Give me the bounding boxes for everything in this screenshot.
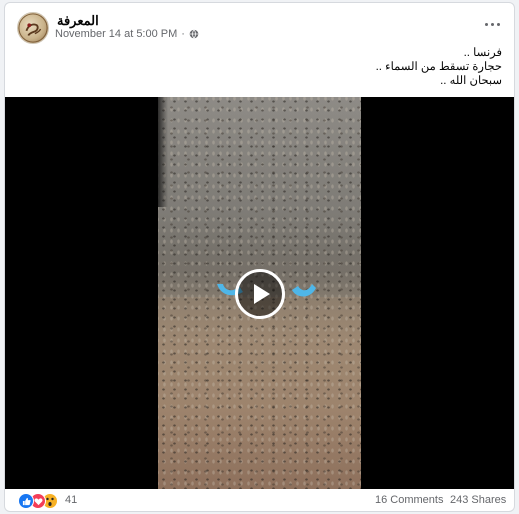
caption-line: سبحان الله ..	[440, 75, 502, 87]
post-footer: 41 16 Comments 243 Shares	[5, 489, 514, 511]
more-dot-icon	[484, 22, 488, 26]
more-dot-icon	[496, 22, 500, 26]
play-button[interactable]	[235, 269, 285, 319]
shares-count[interactable]: 243 Shares	[450, 494, 506, 506]
facebook-post: المعرفة November 14 at 5:00 PM · فرنسا .…	[4, 2, 515, 512]
post-caption: فرنسا .. حجارة تسقط من السماء .. سبحان ا…	[376, 46, 502, 88]
page-name[interactable]: المعرفة	[57, 13, 99, 29]
comments-count[interactable]: 16 Comments	[375, 494, 443, 506]
caption-line: فرنسا ..	[463, 47, 502, 59]
play-icon	[254, 284, 270, 304]
reaction-count[interactable]: 41	[65, 494, 77, 506]
blue-object-right	[292, 284, 316, 297]
more-options-button[interactable]	[480, 15, 504, 33]
page-avatar[interactable]	[17, 12, 49, 44]
caption-line: حجارة تسقط من السماء ..	[375, 61, 502, 73]
more-dot-icon	[490, 22, 494, 26]
globe-icon	[189, 29, 199, 39]
reaction-icons[interactable]	[18, 493, 58, 509]
post-timestamp[interactable]: November 14 at 5:00 PM	[55, 28, 177, 40]
video-shadow	[158, 97, 168, 207]
meta-separator: ·	[181, 28, 185, 40]
video-player[interactable]	[5, 97, 514, 489]
like-icon	[18, 493, 34, 509]
post-meta: November 14 at 5:00 PM ·	[55, 28, 199, 40]
